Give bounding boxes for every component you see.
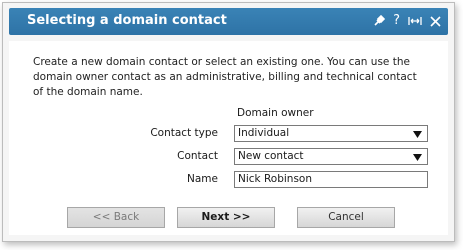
close-icon[interactable]	[430, 15, 441, 27]
contact-label: Contact	[177, 150, 218, 162]
dialog-body: Create a new domain contact or select an…	[9, 41, 448, 235]
contact-type-label: Contact type	[150, 127, 218, 139]
pin-icon[interactable]	[373, 15, 386, 27]
domain-contact-dialog: Selecting a domain contact ? Create a ne…	[2, 2, 455, 242]
contact-type-select[interactable]: Individual	[234, 125, 428, 142]
contact-row: Contact New contact	[9, 148, 448, 165]
help-icon[interactable]: ?	[393, 11, 400, 31]
dialog-buttons: << Back Next >> Cancel	[9, 207, 448, 229]
contact-select[interactable]: New contact	[234, 148, 428, 165]
contact-type-row: Contact type Individual	[9, 125, 448, 142]
titlebar-controls: ?	[365, 11, 441, 31]
contact-type-value: Individual	[238, 127, 290, 139]
dropdown-arrow-icon	[413, 152, 422, 165]
next-button[interactable]: Next >>	[177, 207, 275, 228]
domain-owner-column-header: Domain owner	[237, 107, 314, 119]
dialog-title: Selecting a domain contact	[27, 13, 227, 28]
name-value: Nick Robinson	[238, 173, 312, 185]
dialog-titlebar: Selecting a domain contact ?	[9, 8, 448, 35]
name-input[interactable]: Nick Robinson	[234, 171, 428, 188]
name-row: Name Nick Robinson	[9, 171, 448, 188]
name-label: Name	[187, 173, 218, 185]
back-button[interactable]: << Back	[67, 207, 165, 228]
dropdown-arrow-icon	[413, 129, 422, 142]
dialog-description: Create a new domain contact or select an…	[33, 56, 417, 98]
contact-value: New contact	[238, 150, 304, 162]
resize-icon[interactable]	[408, 15, 422, 27]
cancel-button[interactable]: Cancel	[297, 207, 395, 228]
